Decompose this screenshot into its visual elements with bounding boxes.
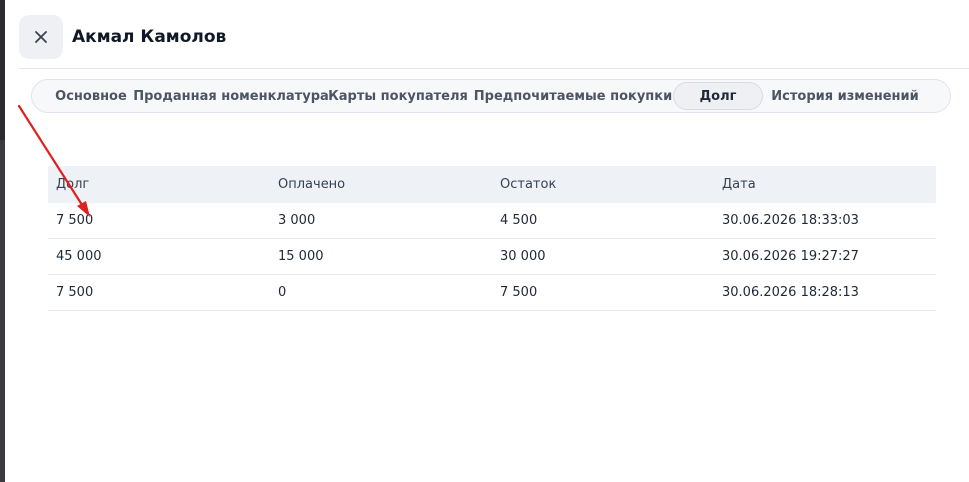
page: Акмал Камолов Основное Проданная номенкл…: [0, 0, 969, 482]
tab-customer-cards[interactable]: Карты покупателя: [328, 82, 468, 110]
tab-sold-items[interactable]: Проданная номенклатура: [133, 82, 329, 110]
column-header-paid[interactable]: Оплачено: [270, 177, 492, 192]
cell-debt: 7 500: [56, 285, 94, 300]
tab-debt[interactable]: Долг: [673, 82, 763, 110]
cell-remaining: 4 500: [500, 213, 538, 228]
table-header: Долг Оплачено Остаток Дата: [48, 166, 936, 203]
column-header-debt[interactable]: Долг: [48, 177, 270, 192]
close-icon: [35, 31, 47, 43]
cell-date: 30.06.2026 18:28:13: [722, 285, 859, 300]
cell-debt: 7 500: [56, 213, 94, 228]
cell-date: 30.06.2026 19:27:27: [722, 249, 859, 264]
cell-paid: 15 000: [278, 249, 324, 264]
tab-main[interactable]: Основное: [41, 82, 141, 110]
customer-modal: Акмал Камолов Основное Проданная номенкл…: [5, 0, 969, 482]
table-row[interactable]: 7 500 0 7 500 30.06.2026 18:28:13: [48, 275, 936, 311]
cell-date: 30.06.2026 18:33:03: [722, 213, 859, 228]
header-divider: [19, 68, 969, 69]
cell-debt: 45 000: [56, 249, 102, 264]
tab-bar: Основное Проданная номенклатура Карты по…: [31, 79, 951, 113]
page-title: Акмал Камолов: [72, 27, 227, 47]
column-header-remaining[interactable]: Остаток: [492, 177, 714, 192]
modal-header: Акмал Камолов: [19, 14, 969, 60]
cell-remaining: 30 000: [500, 249, 546, 264]
cell-remaining: 7 500: [500, 285, 538, 300]
table-row[interactable]: 45 000 15 000 30 000 30.06.2026 19:27:27: [48, 239, 936, 275]
cell-paid: 0: [278, 285, 287, 300]
debt-table: Долг Оплачено Остаток Дата 7 500 3 000 4…: [48, 166, 936, 311]
cell-paid: 3 000: [278, 213, 316, 228]
tab-preferred-purchases[interactable]: Предпочитаемые покупки: [474, 82, 672, 110]
close-button[interactable]: [19, 15, 63, 59]
table-row[interactable]: 7 500 3 000 4 500 30.06.2026 18:33:03: [48, 203, 936, 239]
column-header-date[interactable]: Дата: [714, 177, 936, 192]
tab-change-history[interactable]: История изменений: [771, 82, 918, 110]
